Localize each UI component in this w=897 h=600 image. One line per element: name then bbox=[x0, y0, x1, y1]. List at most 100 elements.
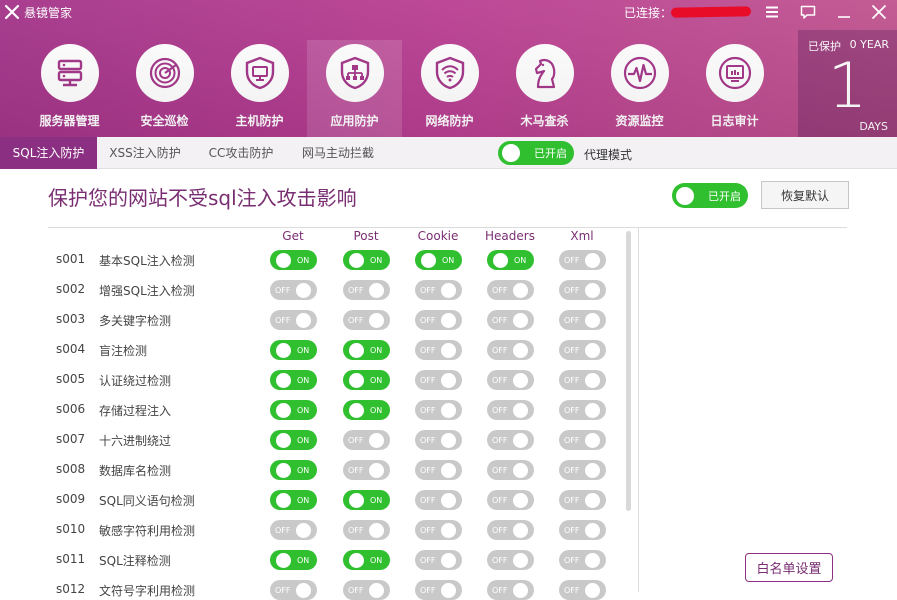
rule-toggle-xml[interactable]: OFF bbox=[559, 430, 606, 450]
rule-toggle-headers[interactable]: OFF bbox=[487, 460, 534, 480]
rule-toggle-headers[interactable]: OFF bbox=[487, 430, 534, 450]
rule-id: s011 bbox=[56, 552, 86, 566]
rule-toggle-get[interactable]: OFF bbox=[270, 520, 317, 540]
rule-toggle-cookie[interactable]: OFF bbox=[415, 400, 462, 420]
minimize-icon[interactable] bbox=[830, 0, 858, 24]
toggle-state-text: OFF bbox=[564, 585, 580, 595]
rule-toggle-xml[interactable]: OFF bbox=[559, 400, 606, 420]
rule-toggle-get[interactable]: ON bbox=[270, 430, 317, 450]
menu-icon[interactable] bbox=[758, 0, 786, 24]
toggle-knob bbox=[513, 312, 528, 328]
rule-toggle-post[interactable]: OFF bbox=[343, 460, 390, 480]
nav-item-scan[interactable]: 安全巡检 bbox=[117, 40, 212, 137]
rule-toggle-xml[interactable]: OFF bbox=[559, 580, 606, 600]
rule-toggle-headers[interactable]: ON bbox=[487, 250, 534, 270]
toggle-state-text: OFF bbox=[420, 555, 436, 565]
rule-toggle-headers[interactable]: OFF bbox=[487, 340, 534, 360]
master-protection-toggle[interactable]: 已开启 bbox=[498, 141, 574, 165]
rule-toggle-headers[interactable]: OFF bbox=[487, 580, 534, 600]
rule-toggle-post[interactable]: OFF bbox=[343, 280, 390, 300]
whitelist-settings-button[interactable]: 白名单设置 bbox=[745, 553, 833, 582]
rule-toggle-cookie[interactable]: OFF bbox=[415, 580, 462, 600]
rule-toggle-get[interactable]: ON bbox=[270, 250, 317, 270]
rule-toggle-get[interactable]: OFF bbox=[270, 580, 317, 600]
rule-toggle-cookie[interactable]: OFF bbox=[415, 370, 462, 390]
tab-sql-injection[interactable]: SQL注入防护 bbox=[0, 137, 97, 169]
rule-toggle-post[interactable]: ON bbox=[343, 550, 390, 570]
rule-toggle-cookie[interactable]: OFF bbox=[415, 520, 462, 540]
rule-toggle-post[interactable]: ON bbox=[343, 400, 390, 420]
rule-toggle-cookie[interactable]: ON bbox=[415, 250, 462, 270]
rule-toggle-xml[interactable]: OFF bbox=[559, 490, 606, 510]
rule-toggle-xml[interactable]: OFF bbox=[559, 250, 606, 270]
rule-toggle-cookie[interactable]: OFF bbox=[415, 550, 462, 570]
rule-toggle-xml[interactable]: OFF bbox=[559, 460, 606, 480]
nav-item-host-shield[interactable]: 主机防护 bbox=[212, 40, 307, 137]
rule-toggle-get[interactable]: OFF bbox=[270, 280, 317, 300]
rule-toggle-get[interactable]: ON bbox=[270, 490, 317, 510]
rule-toggle-post[interactable]: OFF bbox=[343, 580, 390, 600]
rule-toggle-headers[interactable]: OFF bbox=[487, 370, 534, 390]
rule-toggle-headers[interactable]: OFF bbox=[487, 400, 534, 420]
toggle-knob bbox=[585, 432, 600, 448]
toggle-knob bbox=[441, 582, 456, 598]
rule-toggle-headers[interactable]: OFF bbox=[487, 280, 534, 300]
rule-toggle-get[interactable]: ON bbox=[270, 550, 317, 570]
rules-scrollbar[interactable] bbox=[626, 231, 631, 511]
rule-toggle-xml[interactable]: OFF bbox=[559, 340, 606, 360]
tab-xss-injection[interactable]: XSS注入防护 bbox=[101, 137, 189, 169]
rule-toggle-cookie[interactable]: OFF bbox=[415, 280, 462, 300]
rule-toggle-get[interactable]: ON bbox=[270, 370, 317, 390]
toggle-knob bbox=[493, 252, 508, 268]
toggle-knob bbox=[585, 582, 600, 598]
nav-item-app-shield[interactable]: 应用防护 bbox=[307, 40, 402, 137]
rule-toggle-get[interactable]: OFF bbox=[270, 310, 317, 330]
toggle-knob bbox=[296, 582, 311, 598]
rule-toggle-post[interactable]: ON bbox=[343, 250, 390, 270]
rule-toggle-headers[interactable]: OFF bbox=[487, 520, 534, 540]
nav-item-horse[interactable]: 木马查杀 bbox=[497, 40, 592, 137]
rule-toggle-xml[interactable]: OFF bbox=[559, 520, 606, 540]
rule-name: 盲注检测 bbox=[99, 344, 148, 358]
sql-protection-toggle[interactable]: 已开启 bbox=[672, 183, 748, 208]
connection-label: 已连接： bbox=[624, 6, 673, 20]
restore-default-button[interactable]: 恢复默认 bbox=[761, 181, 849, 209]
rule-toggle-post[interactable]: ON bbox=[343, 490, 390, 510]
close-icon[interactable] bbox=[865, 0, 893, 24]
tab-webshell-block[interactable]: 网马主动拦截 bbox=[293, 137, 383, 169]
nav-item-wifi-shield[interactable]: 网络防护 bbox=[402, 40, 497, 137]
rule-toggle-post[interactable]: OFF bbox=[343, 520, 390, 540]
toggle-state-text: OFF bbox=[492, 285, 508, 295]
rule-toggle-post[interactable]: OFF bbox=[343, 310, 390, 330]
tab-cc-attack[interactable]: CC攻击防护 bbox=[199, 137, 283, 169]
rule-toggle-headers[interactable]: OFF bbox=[487, 310, 534, 330]
rule-toggle-get[interactable]: ON bbox=[270, 460, 317, 480]
column-header-post: Post bbox=[353, 229, 379, 243]
rule-toggle-cookie[interactable]: OFF bbox=[415, 430, 462, 450]
rule-name: 数据库名检测 bbox=[99, 464, 172, 478]
rule-toggle-get[interactable]: ON bbox=[270, 340, 317, 360]
rule-toggle-post[interactable]: OFF bbox=[343, 430, 390, 450]
rule-id: s004 bbox=[56, 342, 86, 356]
rule-toggle-headers[interactable]: OFF bbox=[487, 490, 534, 510]
toggle-state-text: OFF bbox=[420, 495, 436, 505]
nav-item-server[interactable]: 服务器管理 bbox=[22, 40, 117, 137]
feedback-icon[interactable] bbox=[794, 0, 822, 24]
toggle-knob bbox=[369, 522, 384, 538]
rule-toggle-headers[interactable]: OFF bbox=[487, 550, 534, 570]
rule-toggle-post[interactable]: ON bbox=[343, 340, 390, 360]
toggle-knob bbox=[585, 252, 600, 268]
rule-toggle-xml[interactable]: OFF bbox=[559, 280, 606, 300]
nav-item-pulse[interactable]: 资源监控 bbox=[592, 40, 687, 137]
toggle-knob bbox=[369, 462, 384, 478]
rule-toggle-xml[interactable]: OFF bbox=[559, 310, 606, 330]
rule-toggle-post[interactable]: ON bbox=[343, 370, 390, 390]
rule-toggle-get[interactable]: ON bbox=[270, 400, 317, 420]
rule-toggle-xml[interactable]: OFF bbox=[559, 370, 606, 390]
rule-toggle-xml[interactable]: OFF bbox=[559, 550, 606, 570]
rule-toggle-cookie[interactable]: OFF bbox=[415, 340, 462, 360]
rule-toggle-cookie[interactable]: OFF bbox=[415, 460, 462, 480]
rule-toggle-cookie[interactable]: OFF bbox=[415, 490, 462, 510]
rule-toggle-cookie[interactable]: OFF bbox=[415, 310, 462, 330]
nav-item-report[interactable]: 日志审计 bbox=[687, 40, 782, 137]
